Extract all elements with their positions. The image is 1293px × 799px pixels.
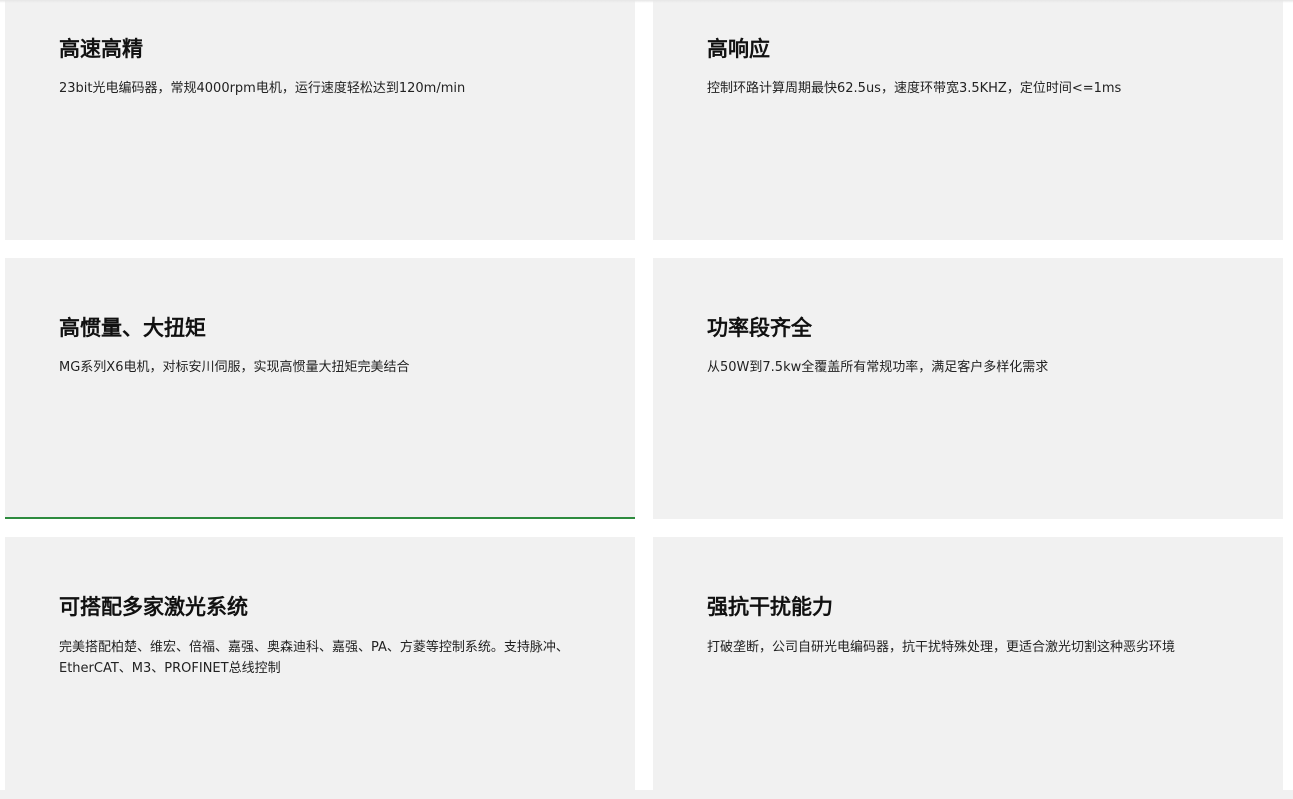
feature-card-anti-interference[interactable]: 强抗干扰能力 打破垄断，公司自研光电编码器，抗干扰特殊处理，更适合激光切割这种恶… (653, 537, 1283, 790)
feature-card-high-inertia-torque[interactable]: 高惯量、大扭矩 MG系列X6电机，对标安川伺服，实现高惯量大扭矩完美结合 (5, 258, 635, 519)
feature-title: 可搭配多家激光系统 (59, 595, 248, 619)
feature-title: 高惯量、大扭矩 (59, 316, 206, 340)
feature-title: 高速高精 (59, 37, 143, 61)
feature-grid: 高速高精 23bit光电编码器，常规4000rpm电机，运行速度轻松达到120m… (0, 0, 1293, 799)
feature-description: 打破垄断，公司自研光电编码器，抗干扰特殊处理，更适合激光切割这种恶劣环境 (707, 640, 1176, 655)
top-edge-shadow (0, 0, 1293, 3)
feature-card-high-speed-precision[interactable]: 高速高精 23bit光电编码器，常规4000rpm电机，运行速度轻松达到120m… (5, 0, 635, 240)
feature-description: 从50W到7.5kw全覆盖所有常规功率，满足客户多样化需求 (707, 360, 1049, 375)
feature-card-full-power-range[interactable]: 功率段齐全 从50W到7.5kw全覆盖所有常规功率，满足客户多样化需求 (653, 258, 1283, 519)
feature-description: 完美搭配柏楚、维宏、倍福、嘉强、奥森迪科、嘉强、PA、方菱等控制系统。支持脉冲、… (59, 640, 569, 676)
feature-title: 功率段齐全 (707, 316, 812, 340)
feature-card-high-response[interactable]: 高响应 控制环路计算周期最快62.5us，速度环带宽3.5KHZ，定位时间<=1… (653, 0, 1283, 240)
feature-description: MG系列X6电机，对标安川伺服，实现高惯量大扭矩完美结合 (59, 360, 410, 375)
feature-description: 控制环路计算周期最快62.5us，速度环带宽3.5KHZ，定位时间<=1ms (707, 81, 1122, 96)
feature-description: 23bit光电编码器，常规4000rpm电机，运行速度轻松达到120m/min (59, 81, 466, 96)
feature-title: 高响应 (707, 37, 770, 61)
bottom-divider (0, 790, 1293, 799)
feature-title: 强抗干扰能力 (707, 595, 833, 619)
feature-card-laser-system-compatibility[interactable]: 可搭配多家激光系统 完美搭配柏楚、维宏、倍福、嘉强、奥森迪科、嘉强、PA、方菱等… (5, 537, 635, 790)
